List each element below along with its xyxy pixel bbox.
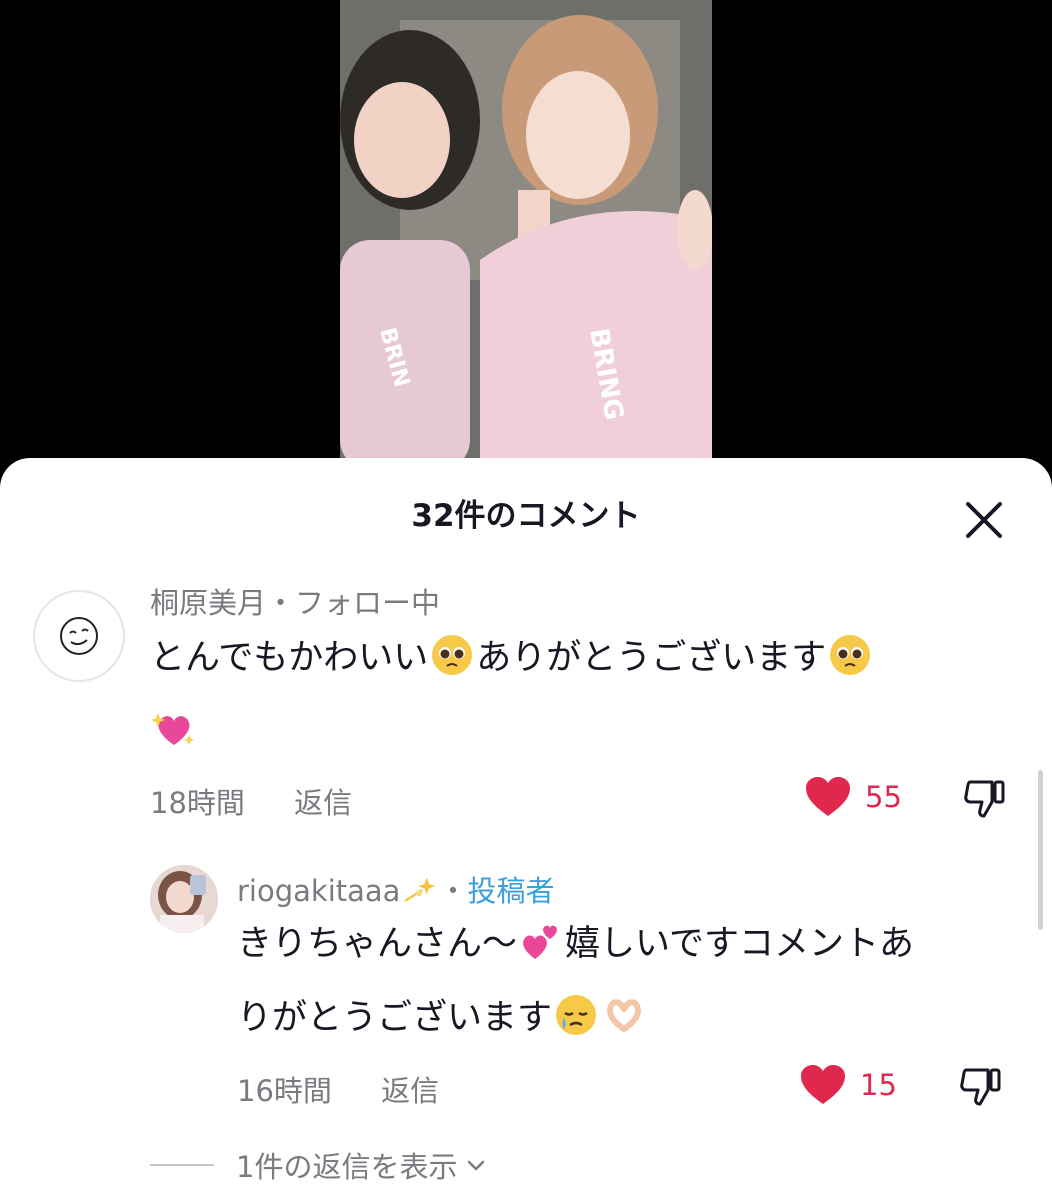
video-frame[interactable]: BRING BRIN (340, 0, 712, 470)
reply-button[interactable]: 返信 (294, 786, 352, 820)
avatar[interactable] (33, 590, 125, 682)
comment-text-part: りがとうございます (237, 998, 553, 1038)
separator-dot: ・ (438, 874, 468, 908)
dislike-button[interactable] (962, 776, 1008, 826)
like-button[interactable]: 15 (800, 1064, 897, 1106)
comments-count-title: 32件のコメント (411, 498, 641, 534)
video-thumbnail: BRING BRIN (340, 0, 712, 470)
dislike-button[interactable] (958, 1064, 1004, 1114)
comment-meta: 18時間 返信 (150, 780, 352, 822)
comment-text-part: とんでもかわいい (150, 638, 429, 678)
divider-line (150, 1164, 214, 1166)
scrollbar[interactable] (1038, 770, 1043, 930)
close-button[interactable] (958, 494, 1010, 546)
dislike-icon (964, 780, 1005, 818)
two-hearts-emoji (523, 925, 557, 959)
comment-username[interactable]: 桐原美月 (150, 586, 266, 620)
pleading-face-emoji (830, 635, 871, 675)
comment-username-row: riogakitaaa ・投稿者 (237, 868, 554, 910)
comment-text: とんでもかわいい ありがとうございます (150, 621, 990, 769)
dizzy-emoji (404, 877, 436, 902)
reply-button[interactable]: 返信 (381, 1074, 439, 1108)
heart-hands-emoji (607, 999, 641, 1032)
profile-photo-avatar-image (150, 865, 218, 933)
heart-icon (801, 1065, 845, 1104)
view-replies-button[interactable]: 1件の返信を表示 (150, 1144, 489, 1186)
comment-text: きりちゃんさん〜 嬉しいですコメントあ りがとうございます (237, 907, 1037, 1055)
comment-text-part: きりちゃんさん〜 (237, 924, 518, 964)
comment-text-part: 嬉しいですコメントあ (565, 924, 914, 964)
author-tag: 投稿者 (467, 874, 555, 908)
avatar[interactable] (150, 865, 218, 933)
comment-meta: 16時間 返信 (237, 1068, 439, 1110)
comment-text-part: ありがとうございます (476, 638, 827, 678)
separator-dot: ・ (266, 586, 296, 620)
like-button[interactable]: 55 (805, 776, 902, 818)
chevron-down-icon (468, 1160, 485, 1171)
like-count: 15 (860, 1068, 897, 1102)
pleading-face-emoji (432, 635, 473, 675)
comment-username-row: 桐原美月・フォロー中 (150, 580, 440, 622)
close-icon (966, 502, 1002, 538)
like-count: 55 (865, 780, 902, 814)
comment-time: 16時間 (237, 1074, 332, 1108)
comments-sheet: 32件のコメント 桐原美月・フォロー中 とんでもかわいい ありがとうございます (0, 458, 1052, 1200)
crying-face-emoji (556, 995, 597, 1035)
video-player[interactable]: BRING BRIN (0, 0, 1052, 470)
dislike-icon (960, 1068, 1001, 1106)
comment-username[interactable]: riogakitaaa (237, 874, 400, 908)
sketch-face-avatar-image (60, 617, 98, 655)
sparkling-heart-emoji (152, 713, 194, 745)
heart-icon (806, 777, 850, 816)
comment-time: 18時間 (150, 786, 245, 820)
view-replies-label: 1件の返信を表示 (236, 1150, 458, 1184)
following-label: フォロー中 (295, 586, 441, 620)
